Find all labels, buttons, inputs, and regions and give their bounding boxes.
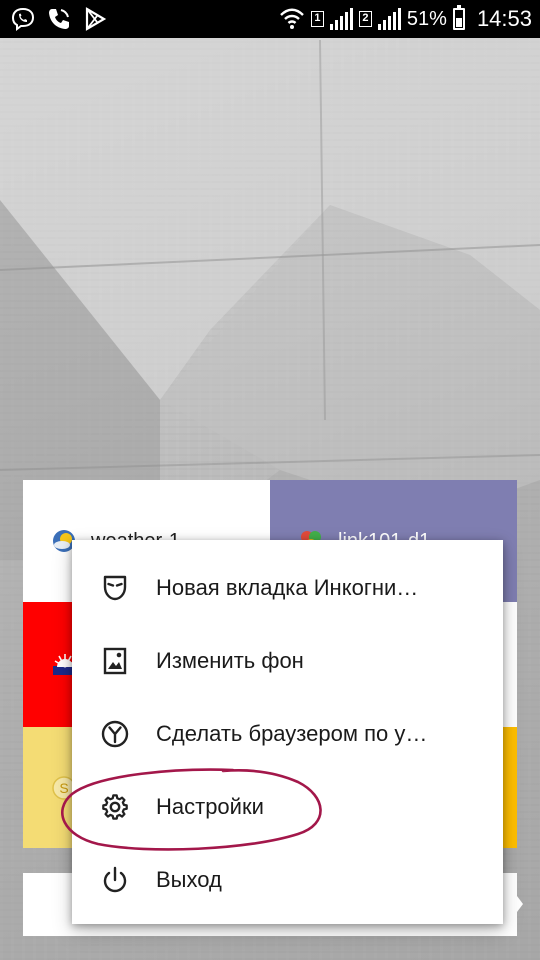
menu-item-exit[interactable]: Выход bbox=[72, 843, 503, 916]
battery-percent: 51% bbox=[406, 7, 447, 30]
status-bar: 1 2 51% 14:53 bbox=[0, 0, 540, 38]
menu-label-default-browser: Сделать браузером по у… bbox=[156, 720, 428, 746]
status-left-icons bbox=[10, 6, 108, 32]
menu-label-incognito: Новая вкладка Инкогни… bbox=[156, 575, 419, 601]
browser-context-menu: Новая вкладка Инкогни… Изменить фон Сдел… bbox=[72, 540, 503, 924]
bottom-panel-arrow bbox=[505, 880, 523, 928]
menu-item-settings[interactable]: Настройки bbox=[72, 770, 503, 843]
incognito-mask-icon bbox=[103, 576, 127, 601]
sim1-signal-icon bbox=[329, 8, 353, 30]
menu-label-exit: Выход bbox=[156, 866, 222, 892]
image-icon bbox=[103, 647, 127, 675]
sim2-signal-icon bbox=[377, 8, 401, 30]
gear-icon bbox=[102, 794, 128, 820]
menu-item-incognito[interactable]: Новая вкладка Инкогни… bbox=[72, 552, 503, 625]
clock: 14:53 bbox=[476, 6, 532, 31]
wifi-icon bbox=[280, 8, 304, 29]
yandex-browser-icon bbox=[101, 720, 129, 748]
sim2-badge: 2 bbox=[358, 11, 372, 27]
menu-item-default-browser[interactable]: Сделать браузером по у… bbox=[72, 698, 503, 771]
play-store-icon bbox=[85, 7, 107, 31]
battery-icon bbox=[452, 5, 465, 30]
status-right-icons: 1 2 51% 14:53 bbox=[279, 5, 532, 32]
menu-label-settings: Настройки bbox=[156, 793, 264, 819]
svg-text:S: S bbox=[59, 780, 68, 796]
menu-label-change-background: Изменить фон bbox=[156, 648, 304, 674]
phone-icon bbox=[49, 9, 69, 29]
viber-icon bbox=[11, 7, 35, 31]
sim1-badge: 1 bbox=[310, 11, 324, 27]
power-icon bbox=[103, 866, 127, 892]
menu-item-change-background[interactable]: Изменить фон bbox=[72, 625, 503, 698]
